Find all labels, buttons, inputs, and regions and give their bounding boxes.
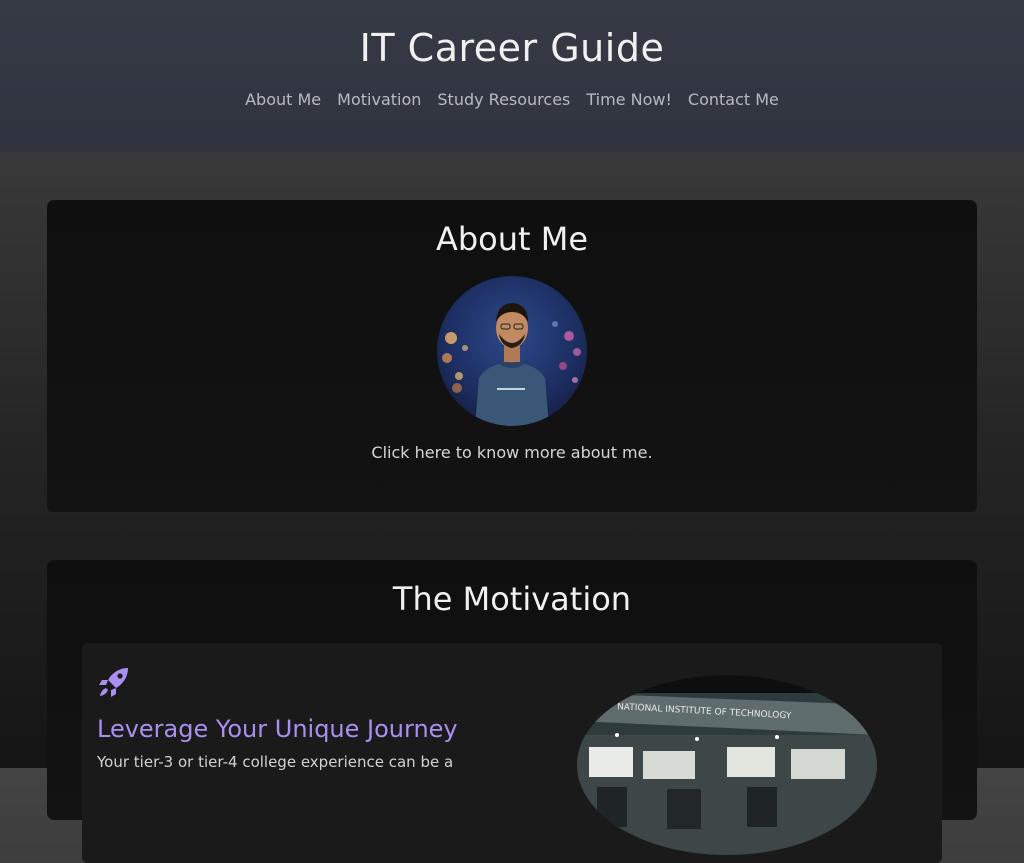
about-section: About Me Click here to know more about m… <box>47 200 977 512</box>
nav-link-time-now[interactable]: Time Now! <box>586 88 672 112</box>
site-header: IT Career Guide About Me Motivation Stud… <box>0 0 1024 152</box>
profile-avatar <box>437 276 587 426</box>
motivation-card: Leverage Your Unique Journey Your tier-3… <box>82 643 942 863</box>
motivation-title: The Motivation <box>392 580 632 618</box>
college-photo: NATIONAL INSTITUTE OF TECHNOLOGY <box>577 675 877 855</box>
about-title: About Me <box>435 220 589 258</box>
motivation-section: The Motivation Leverage Your Unique Jour… <box>47 560 977 863</box>
motivation-card-text: Your tier-3 or tier-4 college experience… <box>97 753 454 771</box>
main-nav: About Me Motivation Study Resources Time… <box>0 88 1024 112</box>
nav-link-contact-me[interactable]: Contact Me <box>688 88 779 112</box>
college-building-icon: NATIONAL INSTITUTE OF TECHNOLOGY <box>577 675 877 855</box>
profile-photo-icon <box>437 276 587 426</box>
motivation-card-heading: Leverage Your Unique Journey <box>97 715 458 743</box>
nav-link-motivation[interactable]: Motivation <box>337 88 421 112</box>
about-more-link[interactable]: Click here to know more about me. <box>47 441 977 465</box>
nav-link-study-resources[interactable]: Study Resources <box>437 88 570 112</box>
site-title: IT Career Guide <box>359 26 665 70</box>
rocket-icon <box>99 668 128 697</box>
nav-link-about-me[interactable]: About Me <box>245 88 321 112</box>
